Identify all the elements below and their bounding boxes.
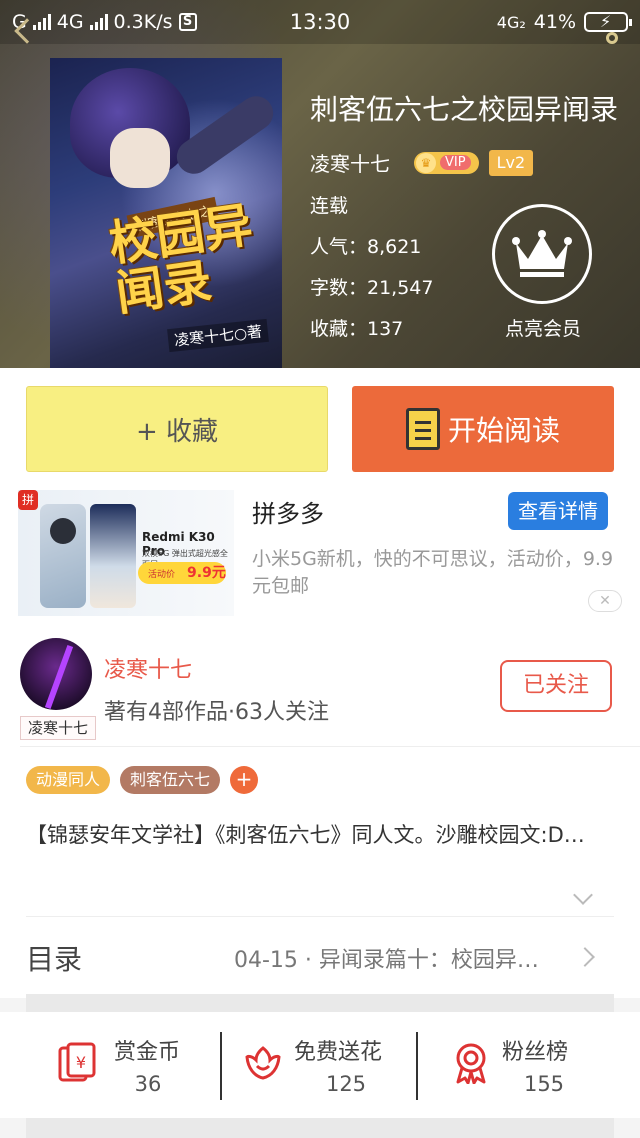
more-icon[interactable] bbox=[606, 32, 618, 44]
book-title: 刺客伍六七之校园异闻录 bbox=[310, 93, 619, 126]
collect-button[interactable]: + 收藏 bbox=[26, 386, 328, 472]
toc-label[interactable]: 目录 bbox=[26, 938, 82, 978]
cover-character-face bbox=[110, 128, 170, 188]
cover-author: 凌寒十七○著 bbox=[167, 318, 270, 353]
tag-list: 动漫同人 刺客伍六七 + bbox=[26, 766, 259, 794]
reward-flower-button[interactable]: 免费送花 125 bbox=[244, 1034, 404, 1104]
network-right: 4G₂ bbox=[496, 12, 526, 32]
signal-icon-2 bbox=[89, 14, 108, 30]
start-reading-label: 开始阅读 bbox=[447, 414, 560, 447]
vip-label: VIP bbox=[440, 155, 471, 170]
svg-text:¥: ¥ bbox=[76, 1053, 86, 1072]
ad-description: 小米5G新机，快的不可思议，活动价，9.9元包邮 bbox=[252, 548, 614, 597]
crown-icon: ♛ bbox=[416, 152, 436, 173]
tag-item[interactable]: 动漫同人 bbox=[26, 766, 111, 794]
tag-item[interactable]: 刺客伍六七 bbox=[120, 766, 221, 794]
start-reading-button[interactable]: 开始阅读 bbox=[352, 386, 614, 472]
ad-detail-button[interactable]: 查看详情 bbox=[508, 492, 608, 530]
book-cover: 刺客伍六七之 校园异闻录 凌寒十七○著 bbox=[50, 58, 282, 368]
status-bar: G 4G 0.3K/s S 13:30 4G₂ 41% ⚡ bbox=[0, 0, 640, 44]
reward-label: 免费送花 bbox=[294, 1040, 383, 1065]
ad-close-icon[interactable]: ✕ bbox=[588, 590, 622, 612]
author-meta: 著有4部作品·63人关注 bbox=[104, 700, 329, 725]
reward-bar: ¥ 赏金币 36 免费送花 125 粉丝榜 155 bbox=[0, 1012, 640, 1118]
book-intro[interactable]: 【锦瑟安年文学社】《刺客伍六七》同人文。沙雕校园文:D… bbox=[26, 820, 616, 850]
network-label: 4G bbox=[56, 11, 84, 33]
ad-price-tag: 活动价 9.9元 bbox=[138, 562, 226, 584]
flower-icon bbox=[245, 1046, 281, 1080]
battery-percent: 41% bbox=[533, 11, 576, 33]
section-gap bbox=[26, 994, 614, 1012]
crown-icon bbox=[492, 204, 592, 304]
coin-envelope-icon: ¥ bbox=[58, 1042, 96, 1082]
reward-label: 粉丝榜 bbox=[502, 1040, 569, 1065]
vip-badge: ♛ VIP bbox=[414, 151, 479, 174]
book-icon bbox=[405, 408, 440, 450]
book-header: G 4G 0.3K/s S 13:30 4G₂ 41% ⚡ 刺客伍六七之 校园异… bbox=[0, 0, 640, 368]
author-name[interactable]: 凌寒十七 bbox=[104, 652, 192, 684]
book-author[interactable]: 凌寒十七 bbox=[310, 148, 390, 177]
battery-icon: ⚡ bbox=[584, 12, 632, 32]
ad-phone-back bbox=[40, 504, 86, 608]
divider bbox=[26, 916, 614, 917]
member-button[interactable]: 点亮会员 bbox=[492, 204, 594, 341]
follow-button[interactable]: 已关注 bbox=[500, 660, 612, 712]
divider bbox=[20, 746, 640, 747]
add-tag-button[interactable]: + bbox=[230, 766, 259, 794]
s-icon: S bbox=[178, 13, 197, 31]
medal-icon bbox=[456, 1043, 486, 1084]
reward-coin-button[interactable]: ¥ 赏金币 36 bbox=[58, 1034, 208, 1104]
author-section: 凌寒十七 凌寒十七 著有4部作品·63人关注 已关注 动漫同人 刺客伍六七 + … bbox=[0, 620, 640, 998]
ad-banner[interactable]: Redmi K30 Pro 双模5G 弹出式超光感全面屏 活动价9.9元 拼 拼… bbox=[0, 480, 640, 620]
ad-shop-name: 拼多多 bbox=[252, 500, 324, 528]
ad-image[interactable]: Redmi K30 Pro 双模5G 弹出式超光感全面屏 活动价9.9元 bbox=[18, 490, 234, 616]
ad-phone-front bbox=[90, 504, 136, 608]
ad-price-prefix: 活动价 bbox=[148, 570, 176, 580]
reward-count: 36 bbox=[134, 1072, 162, 1096]
chevron-right-icon[interactable] bbox=[575, 947, 595, 967]
reward-count: 125 bbox=[325, 1072, 367, 1096]
reward-count: 155 bbox=[523, 1072, 565, 1096]
section-gap bbox=[26, 1118, 614, 1138]
reward-label: 赏金币 bbox=[114, 1040, 181, 1065]
divider bbox=[220, 1032, 222, 1100]
chevron-down-icon[interactable] bbox=[573, 885, 593, 905]
member-label: 点亮会员 bbox=[504, 318, 581, 340]
avatar[interactable] bbox=[20, 638, 92, 710]
ad-price: 9.9元 bbox=[187, 565, 226, 581]
toc-latest-chapter[interactable]: 04-15 · 异闻录篇十：校园异闻录 bbox=[234, 942, 558, 974]
divider bbox=[416, 1032, 418, 1100]
reward-fans-button[interactable]: 粉丝榜 155 bbox=[452, 1034, 602, 1104]
level-badge: Lv2 bbox=[488, 149, 534, 176]
pinduoduo-logo-icon: 拼 bbox=[18, 490, 38, 510]
action-bar: + 收藏 开始阅读 bbox=[0, 368, 640, 480]
cover-title: 校园异闻录 bbox=[105, 197, 256, 323]
avatar-tag: 凌寒十七 bbox=[20, 716, 96, 740]
speed-label: 0.3K/s bbox=[113, 11, 173, 33]
